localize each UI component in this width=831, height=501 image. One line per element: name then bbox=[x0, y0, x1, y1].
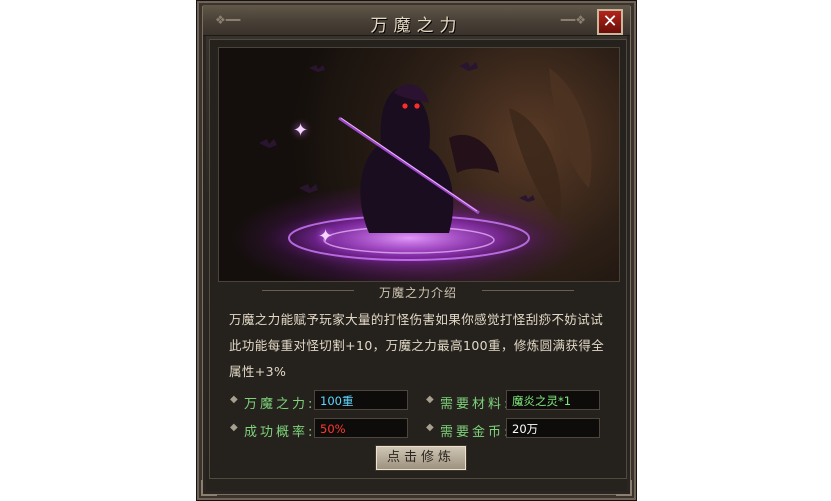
wanmo-power-dialog: ❖━━ 万魔之力 ━━❖ ✕ ✦ ✦ 万魔之力介绍 万魔之力能赋予玩家大量的打怪… bbox=[196, 0, 637, 501]
demon-illustration bbox=[259, 62, 592, 270]
diamond-bullet-icon: ◆ bbox=[230, 394, 238, 405]
diamond-bullet-icon: ◆ bbox=[426, 394, 434, 405]
wanmo-artwork: ✦ ✦ bbox=[218, 47, 620, 282]
stat-label-level: 万魔之力: bbox=[244, 397, 316, 412]
cultivate-button[interactable]: 点击修炼 bbox=[376, 446, 466, 470]
corner-ornament bbox=[616, 480, 632, 496]
diamond-bullet-icon: ◆ bbox=[426, 422, 434, 433]
stat-row-chance: ◆ 成功概率: 50% ◆ 需要金币: 20万 bbox=[210, 418, 626, 440]
stat-value-level: 100重 bbox=[314, 390, 408, 410]
intro-heading: 万魔之力介绍 bbox=[378, 286, 457, 300]
sparkle-icon: ✦ bbox=[293, 120, 309, 141]
corner-ornament bbox=[201, 480, 217, 496]
stat-label-chance: 成功概率: bbox=[244, 425, 316, 440]
title-bar: ❖━━ 万魔之力 ━━❖ ✕ bbox=[203, 5, 630, 36]
stat-label-gold: 需要金币: bbox=[440, 425, 512, 440]
title-ornament-right: ━━❖ bbox=[560, 13, 586, 27]
stat-label-material: 需要材料: bbox=[440, 397, 512, 412]
close-button[interactable]: ✕ bbox=[597, 9, 623, 35]
close-icon: ✕ bbox=[602, 11, 618, 32]
content-panel: ✦ ✦ 万魔之力介绍 万魔之力能赋予玩家大量的打怪伤害如果你感觉打怪刮痧不妨试试… bbox=[209, 39, 627, 479]
sparkle-icon: ✦ bbox=[318, 226, 334, 247]
diamond-bullet-icon: ◆ bbox=[230, 422, 238, 433]
stat-value-gold: 20万 bbox=[506, 418, 600, 438]
stat-value-chance: 50% bbox=[314, 418, 408, 438]
stat-row-level: ◆ 万魔之力: 100重 ◆ 需要材料: 魔炎之灵*1 bbox=[210, 390, 626, 412]
intro-divider-right bbox=[482, 290, 574, 291]
intro-description: 万魔之力能赋予玩家大量的打怪伤害如果你感觉打怪刮痧不妨试试此功能每重对怪切割+1… bbox=[229, 312, 605, 379]
stat-value-material: 魔炎之灵*1 bbox=[506, 390, 600, 410]
